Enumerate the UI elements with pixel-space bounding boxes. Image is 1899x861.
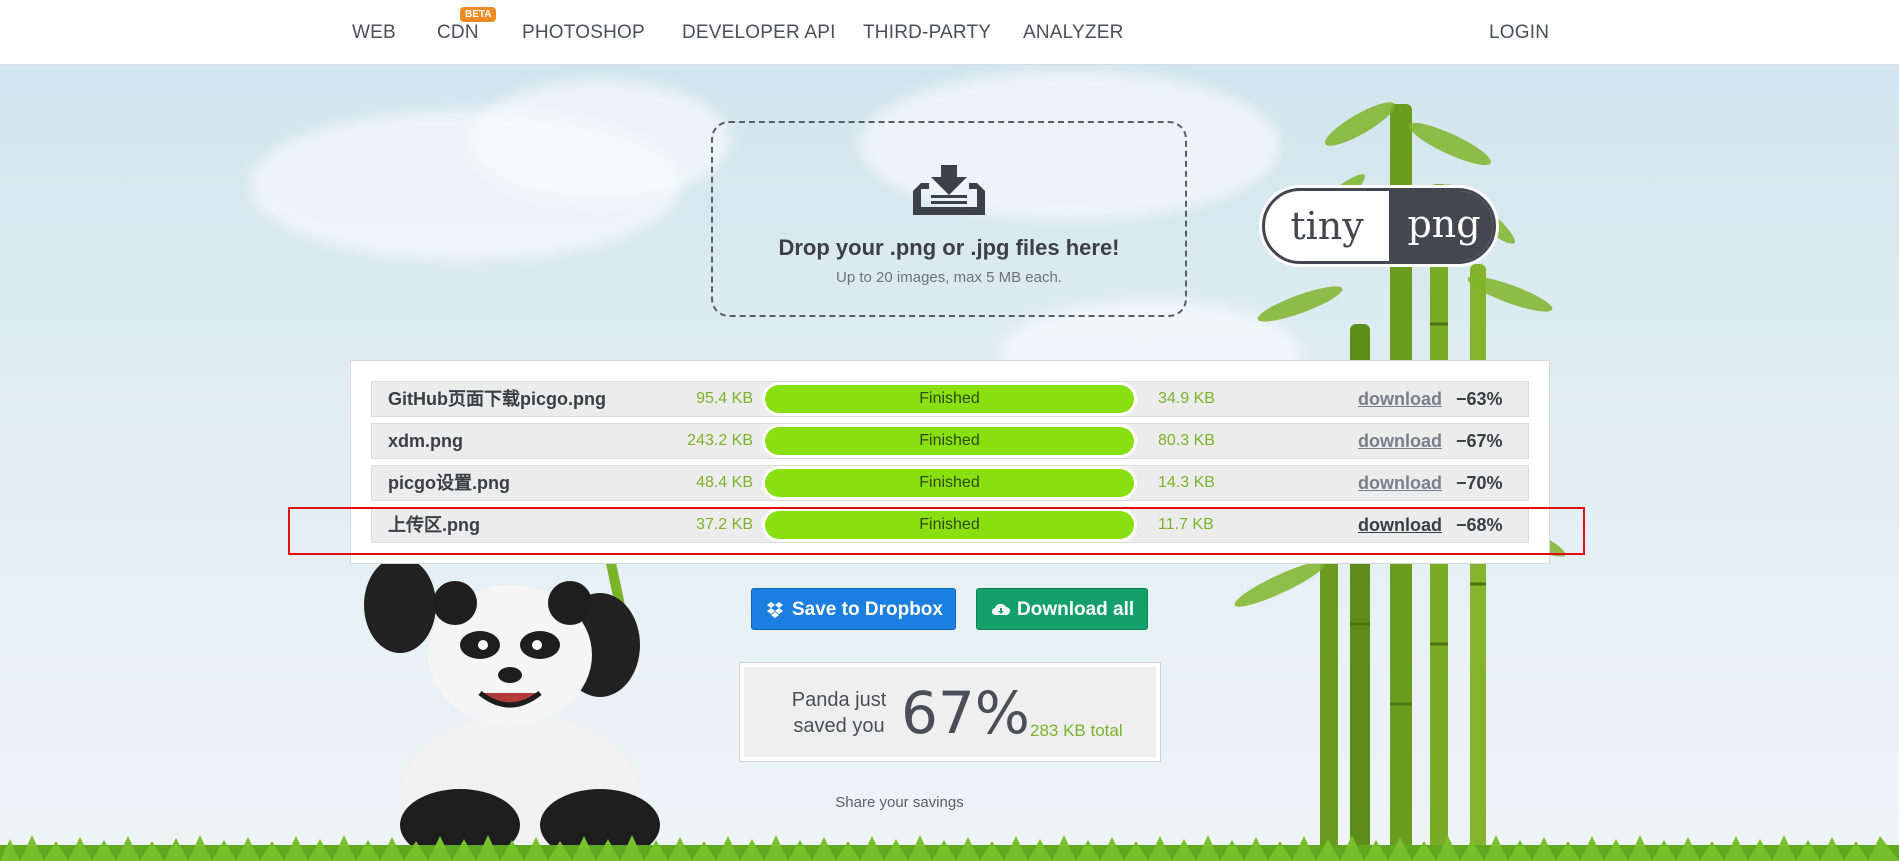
compressed-size: 34.9 KB xyxy=(1158,390,1215,407)
top-navigation-bar: WEB CDN BETA PHOTOSHOP DEVELOPER API THI… xyxy=(0,0,1899,65)
cloud-decoration xyxy=(470,80,730,200)
drop-zone-subtitle: Up to 20 images, max 5 MB each. xyxy=(836,269,1062,286)
savings-caption: Panda just saved you xyxy=(784,687,894,739)
dropbox-icon xyxy=(767,602,783,618)
download-link[interactable]: download xyxy=(1358,382,1442,416)
savings-caption-line2: saved you xyxy=(793,715,885,737)
logo-text-png: png xyxy=(1389,191,1493,261)
file-row: picgo设置.png 48.4 KB Finished 14.3 KB dow… xyxy=(371,465,1529,501)
saving-percent: −67% xyxy=(1456,431,1503,451)
progress-bar-finished: Finished xyxy=(765,427,1134,455)
nav-third-party[interactable]: THIRD-PARTY xyxy=(863,22,991,44)
nav-login[interactable]: LOGIN xyxy=(1489,22,1549,44)
file-row: GitHub页面下载picgo.png 95.4 KB Finished 34.… xyxy=(371,381,1529,417)
panda-mascot-illustration xyxy=(364,545,660,861)
nav-developer-api[interactable]: DEVELOPER API xyxy=(682,22,836,44)
savings-caption-line1: Panda just xyxy=(791,689,887,711)
nav-photoshop[interactable]: PHOTOSHOP xyxy=(522,22,645,44)
original-size: 48.4 KB xyxy=(696,474,753,491)
savings-total: 283 KB total xyxy=(1030,721,1123,740)
download-all-button[interactable]: Download all xyxy=(976,588,1148,630)
grass-decoration xyxy=(0,835,1899,861)
savings-percent: 67% xyxy=(901,679,1030,747)
file-name: GitHub页面下载picgo.png xyxy=(388,389,606,409)
original-size: 95.4 KB xyxy=(696,390,753,407)
compressed-size: 14.3 KB xyxy=(1158,474,1215,491)
download-link[interactable]: download xyxy=(1358,424,1442,458)
download-all-label: Download all xyxy=(1017,599,1135,620)
savings-summary-inner: Panda just saved you 67% 283 KB total xyxy=(744,667,1156,757)
compressed-size: 80.3 KB xyxy=(1158,432,1215,449)
savings-summary-box: Panda just saved you 67% 283 KB total xyxy=(739,662,1161,762)
file-drop-zone[interactable]: Drop your .png or .jpg files here! Up to… xyxy=(711,121,1187,317)
highlight-annotation-box xyxy=(288,507,1585,555)
file-name: picgo设置.png xyxy=(388,473,510,493)
progress-bar-finished: Finished xyxy=(765,469,1134,497)
saving-percent: −63% xyxy=(1456,389,1503,409)
nav-web[interactable]: WEB xyxy=(352,22,396,44)
beta-badge: BETA xyxy=(460,7,497,22)
save-to-dropbox-label: Save to Dropbox xyxy=(792,599,943,620)
nav-cdn[interactable]: CDN xyxy=(437,22,479,44)
file-name: xdm.png xyxy=(388,431,463,451)
download-link[interactable]: download xyxy=(1358,466,1442,500)
nav-analyzer[interactable]: ANALYZER xyxy=(1023,22,1124,44)
cloud-download-icon xyxy=(991,603,1010,616)
save-to-dropbox-button[interactable]: Save to Dropbox xyxy=(751,588,956,630)
drop-zone-title: Drop your .png or .jpg files here! xyxy=(778,235,1120,260)
original-size: 243.2 KB xyxy=(687,432,753,449)
share-savings-link[interactable]: Share your savings xyxy=(0,794,1799,811)
progress-bar-finished: Finished xyxy=(765,385,1134,413)
download-tray-icon xyxy=(913,165,985,215)
logo-text-tiny: tiny xyxy=(1290,204,1364,248)
saving-percent: −70% xyxy=(1456,473,1503,493)
file-row: xdm.png 243.2 KB Finished 80.3 KB downlo… xyxy=(371,423,1529,459)
tinypng-logo[interactable]: tiny png xyxy=(1262,188,1496,264)
